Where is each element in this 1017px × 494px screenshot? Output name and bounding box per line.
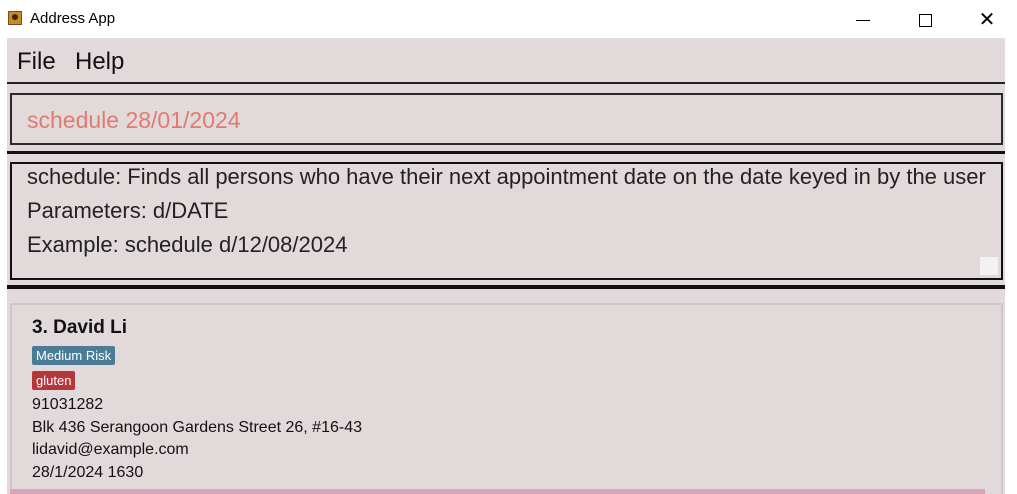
- divider: [7, 151, 1005, 154]
- minimize-icon: [856, 19, 870, 21]
- close-icon: ✕: [978, 7, 996, 31]
- address-book-icon: [8, 11, 22, 25]
- scrollbar-corner: [980, 257, 998, 275]
- result-line: schedule: Finds all persons who have the…: [27, 164, 986, 189]
- person-phone: 91031282: [32, 396, 104, 413]
- window-title: Address App: [30, 10, 116, 27]
- close-button[interactable]: ✕: [964, 4, 1010, 34]
- result-line: Example: schedule d/12/08/2024: [27, 232, 348, 257]
- app-window: File Help schedule 28/01/2024 schedule: …: [7, 38, 1005, 494]
- selection-highlight: [10, 489, 985, 494]
- person-email: lidavid@example.com: [32, 441, 189, 458]
- divider: [7, 285, 1005, 289]
- menu-file[interactable]: File: [17, 48, 56, 76]
- minimize-button[interactable]: [840, 4, 886, 34]
- title-bar: Address App ✕: [0, 0, 1017, 38]
- maximize-button[interactable]: [902, 4, 948, 34]
- person-address: Blk 436 Serangoon Gardens Street 26, #16…: [32, 419, 362, 436]
- person-appointment: 28/1/2024 1630: [32, 464, 144, 481]
- person-card[interactable]: 3. David Li Medium Risk gluten 91031282 …: [10, 303, 1003, 494]
- result-display: schedule: Finds all persons who have the…: [10, 162, 1003, 280]
- result-line: Parameters: d/DATE: [27, 198, 229, 223]
- command-text[interactable]: schedule 28/01/2024: [27, 107, 241, 134]
- risk-tag: Medium Risk: [32, 346, 116, 365]
- person-name: 3. David Li: [32, 317, 128, 338]
- maximize-icon: [918, 13, 932, 27]
- menu-help[interactable]: Help: [75, 48, 124, 76]
- allergy-tag: gluten: [32, 371, 76, 390]
- command-input[interactable]: schedule 28/01/2024: [10, 93, 1003, 145]
- menu-bar: File Help: [7, 38, 1005, 84]
